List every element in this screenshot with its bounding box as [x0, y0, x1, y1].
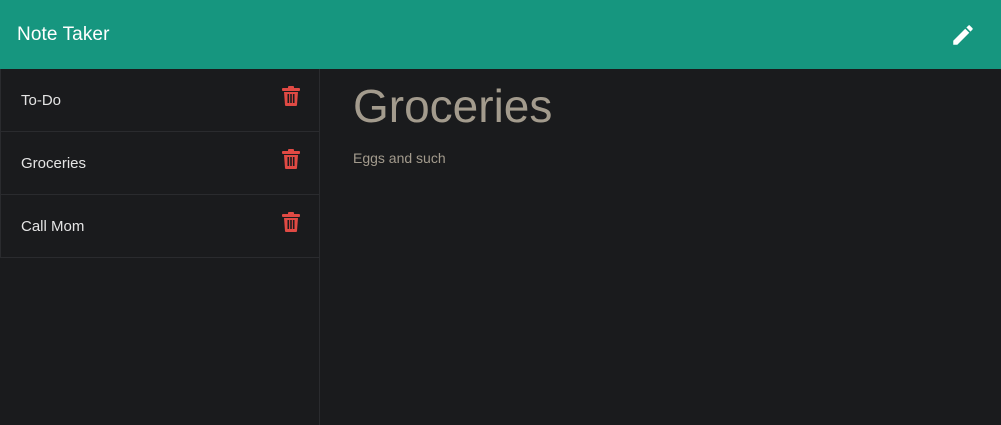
note-item-title: Call Mom — [21, 217, 85, 235]
note-item-to-do[interactable]: To-Do — [0, 69, 319, 132]
pencil-icon[interactable] — [949, 21, 977, 49]
note-item-groceries[interactable]: Groceries — [0, 132, 319, 195]
note-title-field[interactable]: Groceries — [353, 79, 552, 134]
trash-icon[interactable] — [282, 212, 300, 232]
note-item-title: Groceries — [21, 154, 87, 172]
note-editor: Groceries Eggs and such — [321, 69, 1001, 425]
pencil-icon-graphic — [953, 24, 973, 45]
note-list: To-Do Groceries Call Mom — [0, 69, 319, 258]
trash-icon[interactable] — [282, 86, 300, 106]
note-text-field[interactable]: Eggs and such — [353, 150, 446, 166]
note-item-call-mom[interactable]: Call Mom — [0, 195, 319, 258]
trash-icon[interactable] — [282, 149, 300, 169]
app-title[interactable]: Note Taker — [17, 24, 110, 46]
navbar: Note Taker — [0, 0, 1001, 69]
note-list-sidebar: To-Do Groceries Call Mom — [0, 69, 320, 425]
note-item-title: To-Do — [21, 91, 62, 109]
